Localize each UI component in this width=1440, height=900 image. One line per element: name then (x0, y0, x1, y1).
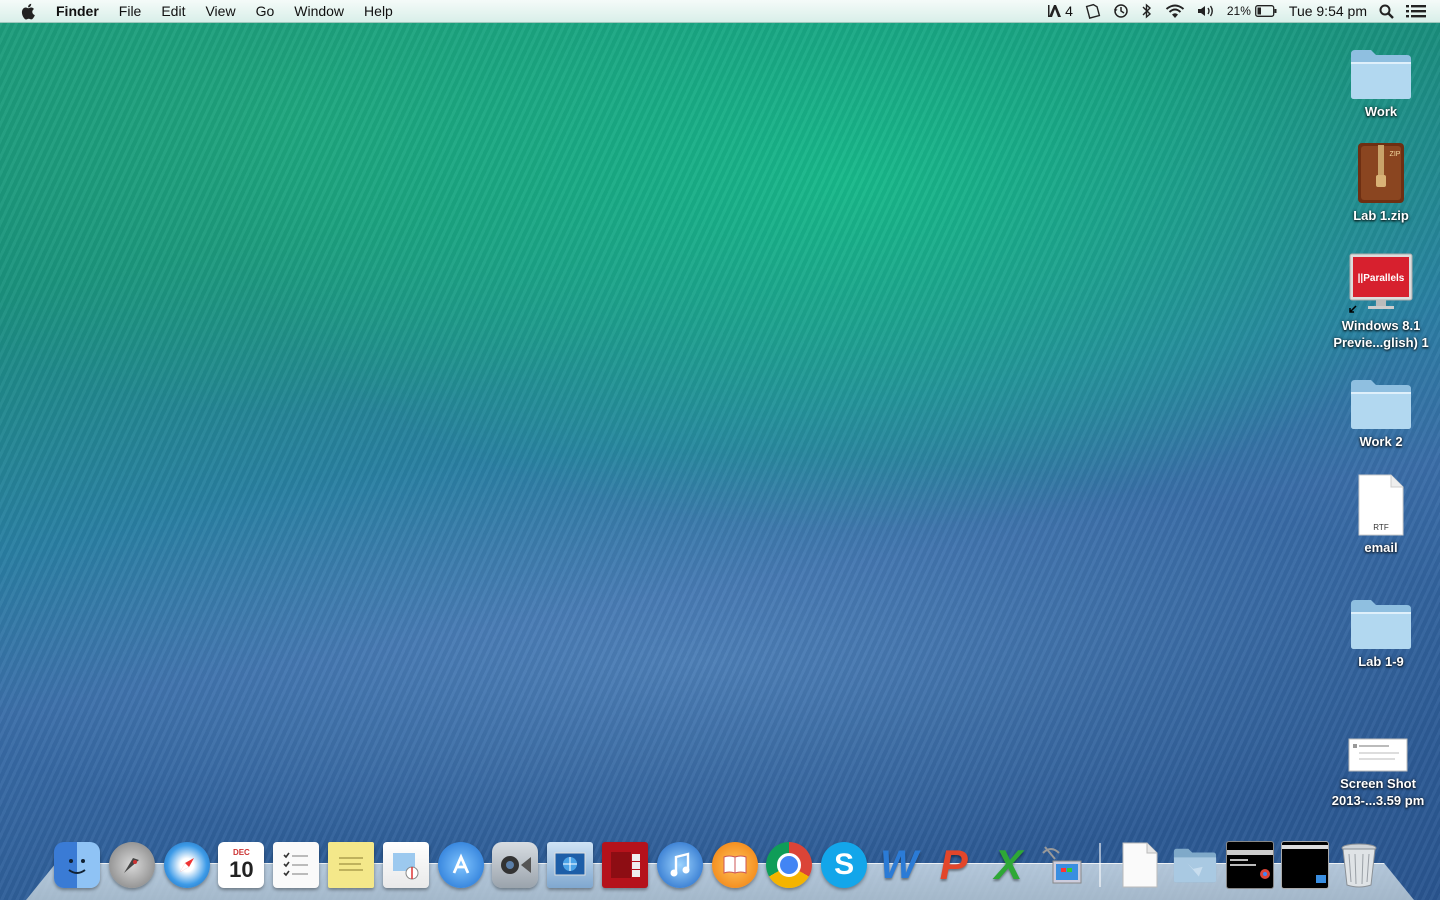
battery-percent: 21% (1226, 4, 1251, 18)
status-area: 4 21% Tue 9:54 pm (1036, 0, 1440, 22)
folder-stack-icon[interactable] (1170, 840, 1220, 890)
menu-window[interactable]: Window (284, 0, 354, 22)
desktop-item-windows-vm[interactable]: ||Parallels Windows 8.1 Previe...glish) … (1326, 248, 1436, 351)
notifications-icon[interactable] (1085, 3, 1101, 19)
rtf-document-icon: RTF (1326, 470, 1436, 536)
desktop-item-work[interactable]: Work (1326, 34, 1436, 120)
menu-view[interactable]: View (195, 0, 245, 22)
svg-text:||Parallels: ||Parallels (1358, 273, 1405, 284)
menu-file[interactable]: File (109, 0, 152, 22)
folder-icon (1326, 364, 1436, 430)
trash-icon[interactable] (1334, 840, 1384, 890)
desktop-item-label: Work (1364, 104, 1398, 119)
clock[interactable]: Tue 9:54 pm (1289, 3, 1367, 19)
ibooks-icon[interactable] (710, 840, 760, 890)
desktop-item-label: Lab 1.zip (1353, 208, 1409, 223)
adobe-status[interactable]: 4 (1048, 3, 1073, 19)
desktop-item-email[interactable]: RTF email (1326, 470, 1436, 556)
menu-app-finder[interactable]: Finder (50, 0, 109, 22)
powerpoint-icon[interactable]: P (929, 840, 979, 890)
desktop-wallpaper (0, 22, 1440, 900)
stickies-icon[interactable] (326, 840, 376, 890)
excel-icon[interactable]: X (984, 840, 1034, 890)
photo-booth-icon[interactable] (600, 840, 650, 890)
app-store-icon[interactable] (436, 840, 486, 890)
chrome-icon[interactable] (764, 840, 814, 890)
battery-status[interactable]: 21% (1227, 4, 1277, 18)
dock-separator (1099, 843, 1102, 887)
adobe-icon (1048, 4, 1062, 18)
desktop-item-screenshot[interactable]: Screen Shot 2013-...3.59 pm (1323, 706, 1433, 809)
notification-center-icon[interactable] (1406, 4, 1426, 19)
parallels-vm-icon: ||Parallels (1326, 248, 1436, 314)
menu-help[interactable]: Help (354, 0, 403, 22)
window-thumbnail-icon[interactable] (1280, 840, 1330, 890)
zip-icon: ZIP (1326, 138, 1436, 204)
safari-icon[interactable] (162, 840, 212, 890)
time-machine-icon[interactable] (1113, 3, 1129, 19)
document-stack-icon[interactable] (1115, 840, 1165, 890)
desktop-item-work-2[interactable]: Work 2 (1326, 364, 1436, 450)
desktop-item-lab-1-9[interactable]: Lab 1-9 (1326, 584, 1436, 670)
preview-icon[interactable] (381, 840, 431, 890)
calendar-day: 10 (229, 857, 254, 882)
desktop-item-label: Screen Shot 2013-...3.59 pm (1331, 776, 1425, 808)
desktop-item-label: Work 2 (1359, 434, 1403, 449)
desktop-item-label: Lab 1-9 (1358, 654, 1404, 669)
svg-text:RTF: RTF (1373, 523, 1389, 532)
finder-icon[interactable] (52, 840, 102, 890)
folder-icon (1326, 34, 1436, 100)
remote-desktop-icon[interactable] (1038, 840, 1088, 890)
terminal-window-icon[interactable] (1225, 840, 1275, 890)
menu-edit[interactable]: Edit (151, 0, 195, 22)
facetime-icon[interactable] (490, 840, 540, 890)
folder-icon (1326, 584, 1436, 650)
dock-icons: DEC 10 S W P X (52, 840, 1389, 890)
network-utility-icon[interactable] (545, 840, 595, 890)
volume-icon[interactable] (1197, 4, 1215, 18)
calendar-icon[interactable]: DEC 10 (216, 840, 266, 890)
desktop-item-label: email (1364, 540, 1398, 555)
apple-icon[interactable] (20, 3, 36, 20)
desktop-item-label: Windows 8.1 Previe...glish) 1 (1333, 318, 1429, 350)
desktop-item-lab-1-zip[interactable]: ZIP Lab 1.zip (1326, 138, 1436, 224)
word-icon[interactable]: W (874, 840, 924, 890)
launchpad-icon[interactable] (107, 840, 157, 890)
wifi-icon[interactable] (1165, 4, 1185, 19)
skype-icon[interactable]: S (819, 840, 869, 890)
adobe-count: 4 (1065, 3, 1073, 19)
itunes-icon[interactable] (655, 840, 705, 890)
spotlight-icon[interactable] (1379, 4, 1394, 19)
screenshot-icon (1323, 706, 1433, 772)
bluetooth-icon[interactable] (1141, 3, 1153, 19)
svg-text:ZIP: ZIP (1390, 151, 1401, 158)
dock: DEC 10 S W P X (26, 841, 1414, 900)
reminders-icon[interactable] (271, 840, 321, 890)
battery-icon (1254, 5, 1277, 17)
menu-go[interactable]: Go (246, 0, 285, 22)
menu-bar: Finder File Edit View Go Window Help 4 2… (0, 0, 1440, 23)
